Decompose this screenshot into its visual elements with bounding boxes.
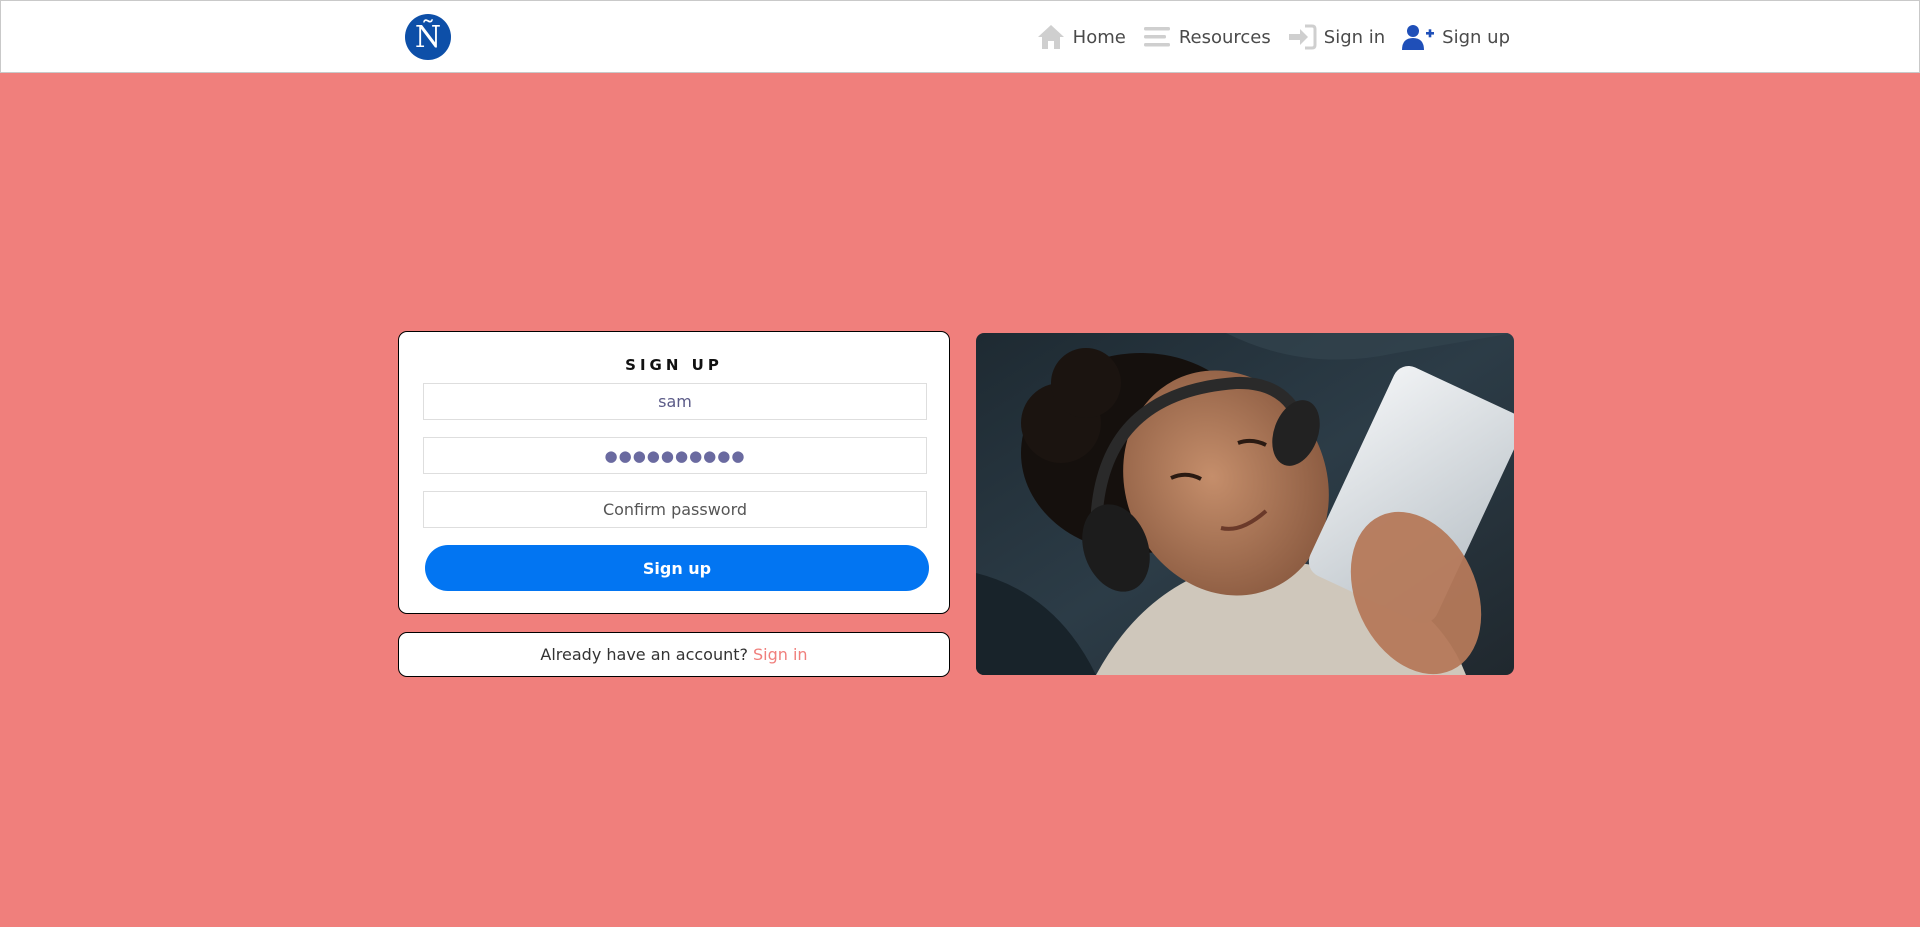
login-prompt-text: Already have an account? <box>540 645 748 664</box>
password-input[interactable]: ●●●●●●●●●● <box>423 437 927 474</box>
nav-item-home[interactable]: Home <box>1036 23 1126 51</box>
confirm-password-input[interactable]: Confirm password <box>423 491 927 528</box>
sign-in-icon <box>1288 24 1317 50</box>
signup-card: SIGN UP sam ●●●●●●●●●● Confirm password … <box>398 331 950 614</box>
home-icon <box>1037 25 1064 49</box>
username-input[interactable]: sam <box>423 383 927 420</box>
nav-item-sign-up[interactable]: Sign up <box>1401 23 1510 51</box>
signup-title: SIGN UP <box>625 356 723 374</box>
nav-label-resources: Resources <box>1178 26 1271 48</box>
nav-label-sign-in: Sign in <box>1323 26 1386 48</box>
sign-in-link[interactable]: Sign in <box>753 645 808 664</box>
login-prompt-box: Already have an account? Sign in <box>398 632 950 677</box>
logo[interactable]: Ñ <box>405 14 451 60</box>
hero-photo <box>976 333 1514 675</box>
signup-button[interactable]: Sign up <box>425 545 929 591</box>
nav-item-sign-in[interactable]: Sign in <box>1287 23 1385 51</box>
nav-item-resources[interactable]: Resources <box>1142 23 1271 51</box>
hero-photo-illustration <box>976 333 1514 675</box>
nav-menu: Home Resources Sign in Sign up <box>1036 21 1510 53</box>
list-icon <box>1143 27 1170 47</box>
user-plus-icon <box>1402 25 1435 50</box>
nav-label-sign-up: Sign up <box>1442 26 1510 48</box>
logo-letter: Ñ <box>414 20 442 55</box>
nav-label-home: Home <box>1072 26 1126 48</box>
navbar: Ñ Home Resources Sign in Sign up <box>0 0 1920 73</box>
